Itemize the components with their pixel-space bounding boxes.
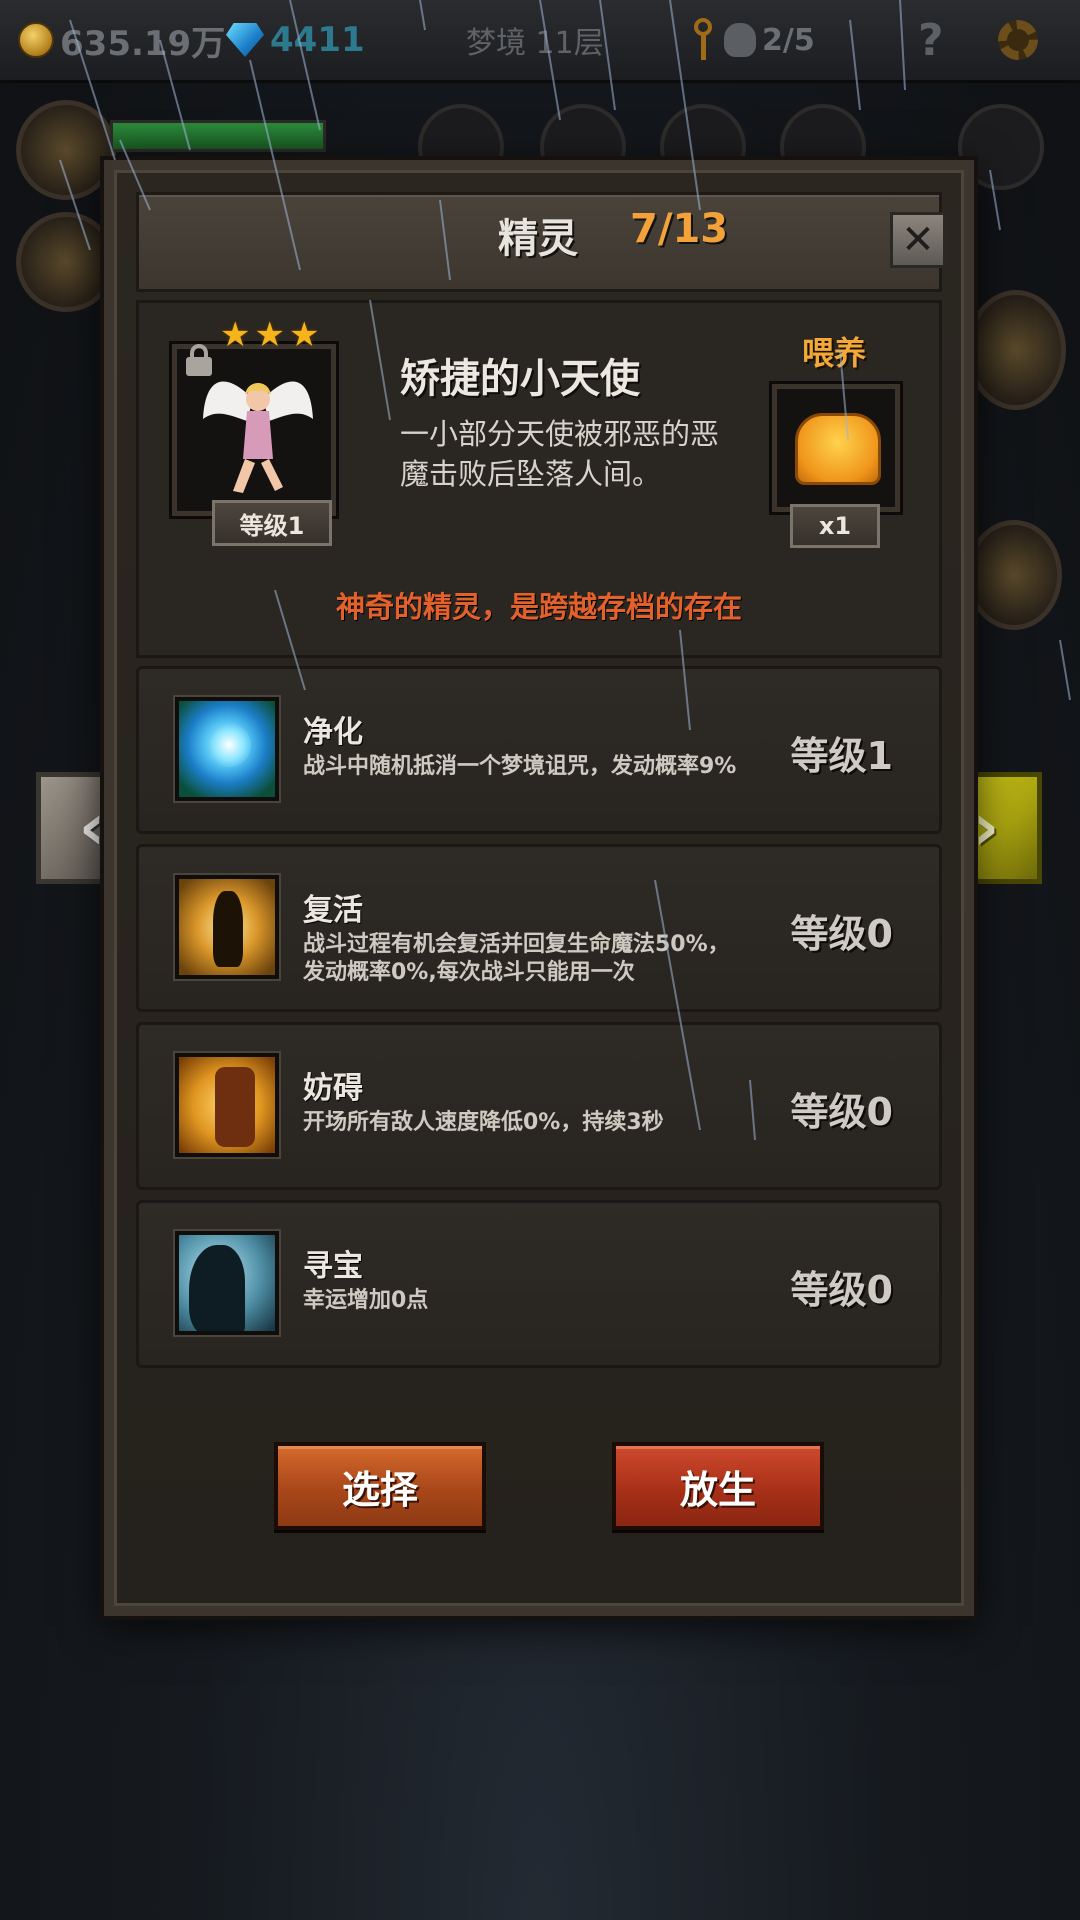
skill-row-revive[interactable]: 复活 战斗过程有机会复活并回复生命魔法50%，发动概率0%,每次战斗只能用一次 … [136, 844, 942, 1012]
skill-name: 净化 [303, 715, 363, 750]
skill-name: 复活 [303, 893, 363, 928]
skill-description: 开场所有敌人速度降低0%，持续3秒 [303, 1110, 664, 1135]
chevron-left-icon: ‹ [78, 791, 106, 865]
help-icon: ? [918, 14, 944, 66]
feed-quantity: x1 [790, 504, 880, 548]
skull-counter: 2/5 [694, 14, 815, 66]
gear-icon [998, 20, 1038, 60]
game-screen: 635.19万 4411 梦境 11层 2/5 ? ‹ › 精灵 7/13 ✕ … [0, 0, 1080, 1920]
gem-counter: 4411 [226, 14, 365, 66]
settings-button[interactable] [998, 14, 1038, 66]
help-button[interactable]: ? [918, 14, 944, 66]
close-icon: ✕ [901, 217, 935, 263]
release-button[interactable]: 放生 [612, 1442, 824, 1530]
skill-level: 等级0 [790, 1268, 893, 1312]
star-icon: ★ [254, 315, 285, 355]
gold-amount: 635.19万 [60, 23, 226, 64]
skill-row-hinder[interactable]: 妨碍 开场所有敌人速度降低0%，持续3秒 等级0 [136, 1022, 942, 1190]
spirit-name: 矫捷的小天使 [400, 356, 640, 402]
hero-portrait[interactable] [16, 100, 116, 200]
panel-title: 精灵 [498, 216, 578, 262]
flower-icon [175, 697, 279, 801]
spirit-panel: 精灵 7/13 ✕ ★ ★ ★ 等级1 矫捷的小天使 一小部分天使被邪恶的恶魔击 [104, 160, 974, 1616]
spirit-description: 一小部分天使被邪恶的恶魔击败后坠落人间。 [400, 417, 720, 491]
skull-icon [724, 23, 756, 57]
skill-row-purify[interactable]: 净化 战斗中随机抵消一个梦境诅咒，发动概率9% 等级1 [136, 666, 942, 834]
star-icon: ★ [288, 315, 320, 355]
gold-counter: 635.19万 [18, 14, 225, 66]
spirit-count: 7/13 [630, 206, 729, 252]
bread-icon [795, 413, 881, 485]
sparkle-silhouette-icon [175, 1231, 279, 1335]
hero-portrait[interactable] [966, 290, 1066, 410]
skull-count: 2/5 [762, 22, 815, 58]
chained-boot-icon [175, 1053, 279, 1157]
skill-description: 战斗中随机抵消一个梦境诅咒，发动概率9% [303, 754, 737, 779]
enemy-portrait[interactable] [966, 520, 1062, 630]
lock-icon[interactable] [186, 344, 212, 376]
spirit-notice: 神奇的精灵，是跨越存档的存在 [335, 590, 742, 624]
gem-amount: 4411 [270, 20, 365, 60]
gold-coin-icon [18, 22, 54, 58]
floor-indicator: 梦境 11层 [466, 14, 604, 66]
skill-name: 寻宝 [303, 1249, 363, 1284]
star-icon: ★ [220, 315, 251, 355]
skill-level: 等级0 [790, 1090, 893, 1134]
skill-level: 等级0 [790, 912, 893, 956]
feed-label: 喂养 [802, 334, 867, 372]
floor-label: 梦境 11层 [466, 26, 604, 61]
select-button[interactable]: 选择 [274, 1442, 486, 1530]
angel-icon [203, 381, 313, 493]
skill-description: 战斗过程有机会复活并回复生命魔法50%，发动概率0%,每次战斗只能用一次 [303, 932, 730, 985]
skill-level: 等级1 [790, 734, 893, 778]
skill-description: 幸运增加0点 [303, 1288, 429, 1313]
skill-name: 妨碍 [303, 1071, 363, 1106]
spirit-level-badge: 等级1 [212, 500, 332, 546]
star-rating: ★ ★ ★ [220, 318, 319, 352]
top-hud: 635.19万 4411 梦境 11层 2/5 ? [0, 0, 1080, 83]
close-button[interactable]: ✕ [890, 212, 946, 268]
skill-row-treasure[interactable]: 寻宝 幸运增加0点 等级0 [136, 1200, 942, 1368]
revive-icon [175, 875, 279, 979]
chevron-right-icon: › [972, 791, 1000, 865]
feed-button[interactable] [772, 384, 900, 512]
key-icon [694, 18, 716, 62]
gem-icon [226, 23, 264, 57]
hero-portrait[interactable] [16, 212, 116, 312]
health-bar [110, 120, 326, 152]
